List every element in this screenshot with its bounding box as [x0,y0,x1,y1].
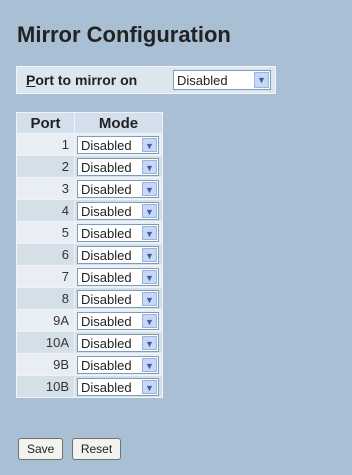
table-row: 1 Disabled ▼ [17,134,162,155]
mirror-port-select-value: Disabled [177,73,228,88]
mode-select[interactable]: Disabled ▼ [77,334,159,352]
table-row: 9B Disabled ▼ [17,354,162,375]
mode-column-header: Mode [75,113,162,133]
table-row: 2 Disabled ▼ [17,156,162,177]
mode-cell: Disabled ▼ [75,244,162,265]
mode-select-value: Disabled [81,160,132,175]
port-cell: 10B [17,376,74,397]
mirror-port-row: Port to mirror on Disabled ▼ [16,66,276,94]
mirror-port-select[interactable]: Disabled ▼ [173,70,271,90]
reset-button[interactable]: Reset [71,438,122,460]
port-cell: 3 [17,178,74,199]
chevron-down-icon[interactable]: ▼ [142,358,157,372]
mode-select-value: Disabled [81,336,132,351]
table-row: 4 Disabled ▼ [17,200,162,221]
mode-cell: Disabled ▼ [75,222,162,243]
mode-select-value: Disabled [81,314,132,329]
mode-select[interactable]: Disabled ▼ [77,312,159,330]
mirror-port-label: Port to mirror on [26,72,137,88]
port-cell: 2 [17,156,74,177]
port-cell: 9A [17,310,74,331]
mode-cell: Disabled ▼ [75,266,162,287]
table-row: 8 Disabled ▼ [17,288,162,309]
port-cell: 4 [17,200,74,221]
table-row: 7 Disabled ▼ [17,266,162,287]
chevron-down-icon[interactable]: ▼ [142,160,157,174]
port-cell: 9B [17,354,74,375]
table-row: 6 Disabled ▼ [17,244,162,265]
mode-select[interactable]: Disabled ▼ [77,180,159,198]
mode-select-value: Disabled [81,226,132,241]
chevron-down-icon[interactable]: ▼ [142,336,157,350]
mode-select-value: Disabled [81,204,132,219]
mode-select-value: Disabled [81,182,132,197]
table-row: 9A Disabled ▼ [17,310,162,331]
table-header-row: Port Mode [17,113,162,133]
port-column-header: Port [17,113,74,133]
save-button[interactable]: Save [18,438,64,460]
port-cell: 1 [17,134,74,155]
mode-cell: Disabled ▼ [75,332,162,353]
chevron-down-icon[interactable]: ▼ [142,314,157,328]
mode-select-value: Disabled [81,138,132,153]
table-row: 10A Disabled ▼ [17,332,162,353]
chevron-down-icon[interactable]: ▼ [142,182,157,196]
mode-select[interactable]: Disabled ▼ [77,378,159,396]
mode-cell: Disabled ▼ [75,200,162,221]
chevron-down-icon[interactable]: ▼ [142,380,157,394]
mode-cell: Disabled ▼ [75,354,162,375]
chevron-down-icon[interactable]: ▼ [142,248,157,262]
page-title: Mirror Configuration [17,22,231,47]
chevron-down-icon[interactable]: ▼ [142,204,157,218]
table-row: 5 Disabled ▼ [17,222,162,243]
mirror-port-label-accesskey: P [26,72,36,88]
mode-select[interactable]: Disabled ▼ [77,246,159,264]
port-cell: 8 [17,288,74,309]
mode-select-value: Disabled [81,270,132,285]
chevron-down-icon[interactable]: ▼ [142,292,157,306]
mirror-port-label-text: ort to mirror on [35,72,138,88]
chevron-down-icon[interactable]: ▼ [142,226,157,240]
port-cell: 6 [17,244,74,265]
mode-cell: Disabled ▼ [75,288,162,309]
mode-cell: Disabled ▼ [75,310,162,331]
mode-select[interactable]: Disabled ▼ [77,136,159,154]
table-row: 3 Disabled ▼ [17,178,162,199]
chevron-down-icon[interactable]: ▼ [142,138,157,152]
port-cell: 10A [17,332,74,353]
button-row: Save Reset [18,438,125,460]
mode-cell: Disabled ▼ [75,376,162,397]
mode-cell: Disabled ▼ [75,178,162,199]
chevron-down-icon[interactable]: ▼ [254,72,269,88]
mode-cell: Disabled ▼ [75,156,162,177]
mode-select-value: Disabled [81,380,132,395]
mode-select[interactable]: Disabled ▼ [77,356,159,374]
mode-table: Port Mode 1 Disabled ▼ 2 Disabled ▼ 3 Disabled ▼… [16,112,163,398]
mode-select-value: Disabled [81,358,132,373]
mode-select[interactable]: Disabled ▼ [77,202,159,220]
mode-select[interactable]: Disabled ▼ [77,268,159,286]
port-cell: 7 [17,266,74,287]
mode-cell: Disabled ▼ [75,134,162,155]
mode-select[interactable]: Disabled ▼ [77,158,159,176]
mode-select-value: Disabled [81,292,132,307]
chevron-down-icon[interactable]: ▼ [142,270,157,284]
mode-select-value: Disabled [81,248,132,263]
table-row: 10B Disabled ▼ [17,376,162,397]
mode-select[interactable]: Disabled ▼ [77,290,159,308]
mode-select[interactable]: Disabled ▼ [77,224,159,242]
port-cell: 5 [17,222,74,243]
